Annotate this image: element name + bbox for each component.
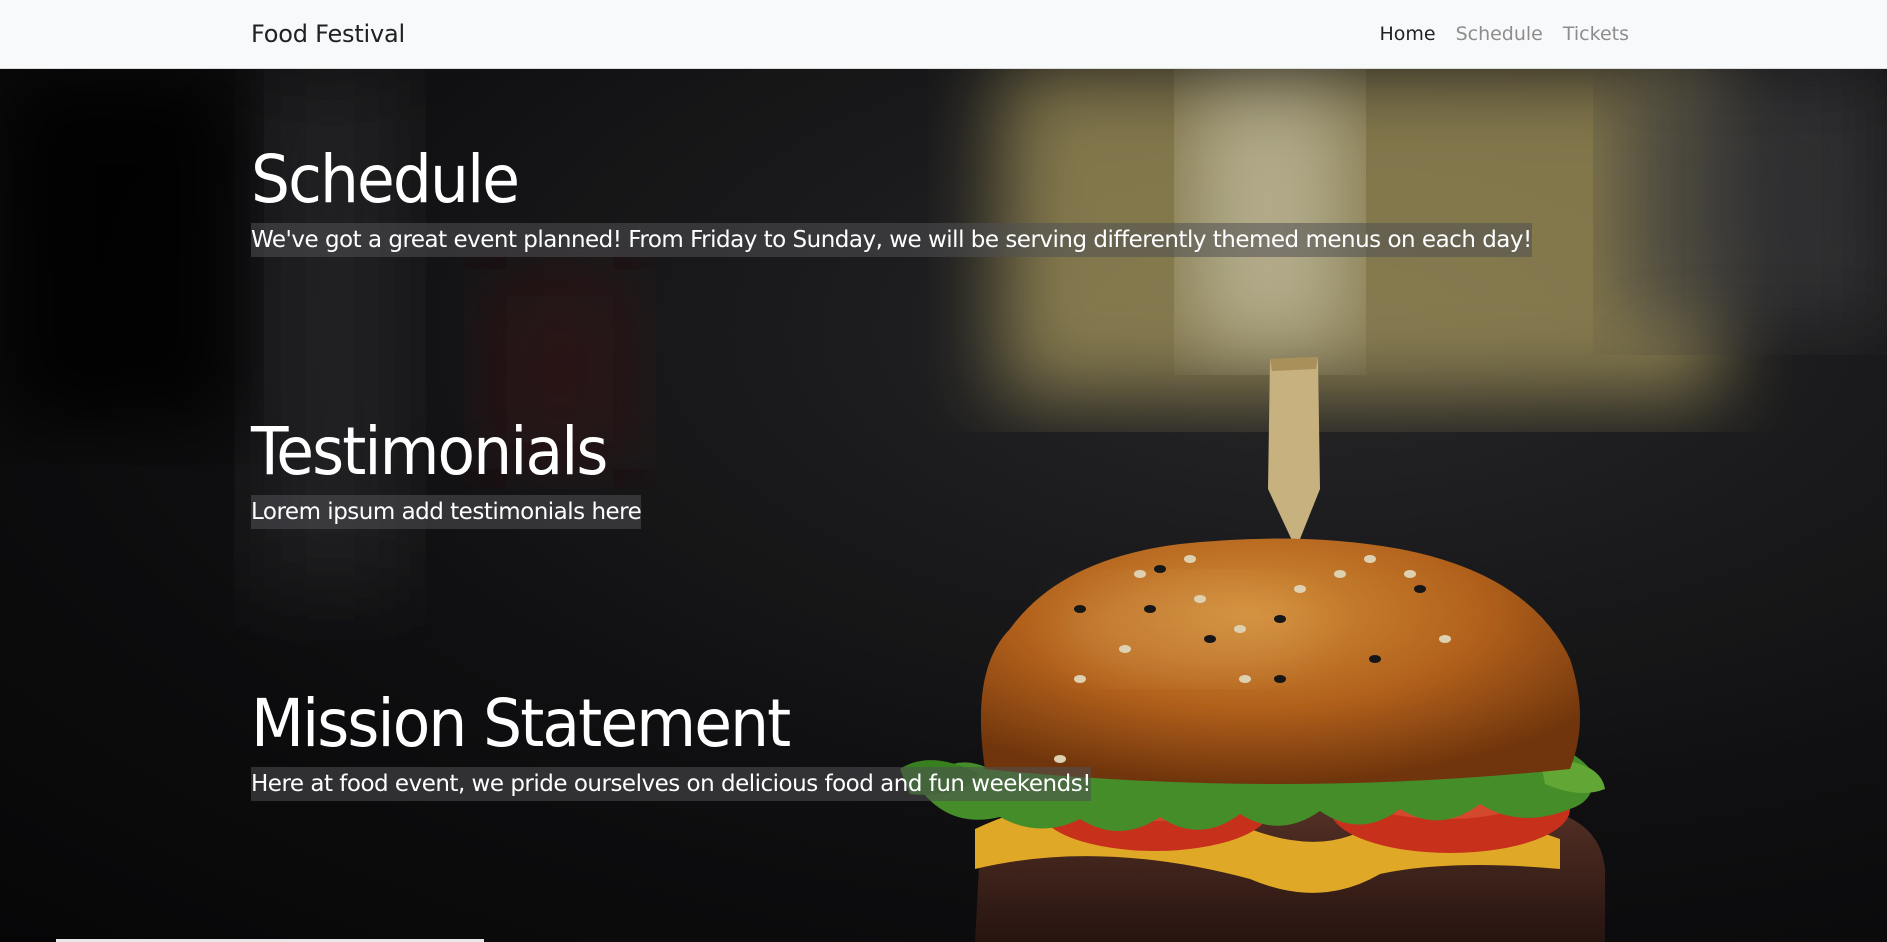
mission-section: Mission Statement Here at food event, we… bbox=[251, 685, 1091, 801]
nav-links: Home Schedule Tickets bbox=[1379, 23, 1629, 45]
nav-link-schedule[interactable]: Schedule bbox=[1456, 23, 1543, 45]
testimonials-text: Lorem ipsum add testimonials here bbox=[251, 494, 642, 529]
testimonials-section: Testimonials Lorem ipsum add testimonial… bbox=[251, 413, 642, 529]
testimonials-heading: Testimonials bbox=[251, 413, 608, 490]
schedule-section: Schedule We've got a great event planned… bbox=[251, 141, 1532, 257]
nav-link-tickets[interactable]: Tickets bbox=[1563, 23, 1629, 45]
schedule-heading: Schedule bbox=[251, 141, 520, 218]
mission-heading: Mission Statement bbox=[251, 685, 791, 762]
brand-logo-text[interactable]: Food Festival bbox=[251, 20, 405, 48]
nav-link-home[interactable]: Home bbox=[1379, 23, 1435, 45]
navbar: Food Festival Home Schedule Tickets bbox=[0, 0, 1887, 69]
mission-text: Here at food event, we pride ourselves o… bbox=[251, 766, 1091, 801]
schedule-text: We've got a great event planned! From Fr… bbox=[251, 222, 1532, 257]
